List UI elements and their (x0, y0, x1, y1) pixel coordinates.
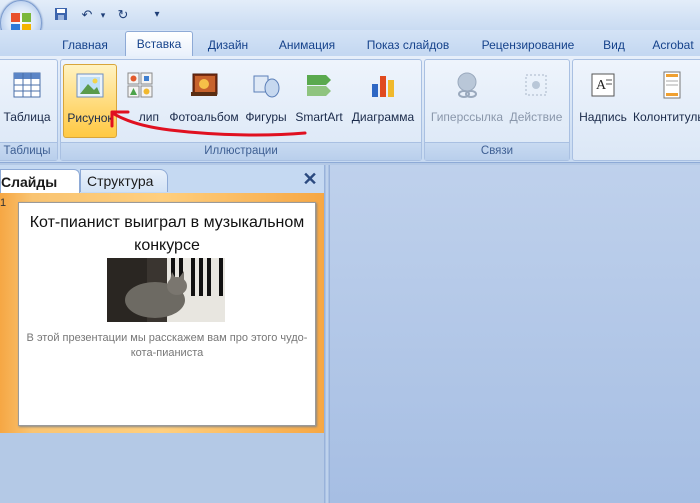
tab-slides[interactable]: Слайды (0, 169, 80, 194)
hyperlink-icon (457, 72, 477, 98)
group-tables-label: Таблицы (0, 142, 57, 160)
customize-icon[interactable]: ▾ (149, 7, 165, 23)
table-button[interactable]: Таблица (0, 64, 55, 136)
slides-panel-tabs: Слайды Структура ✕ (0, 165, 324, 194)
ribbon-tabs: Главная Вставка Дизайн Анимация Показ сл… (0, 30, 700, 57)
action-icon (525, 74, 547, 96)
hyperlink-button[interactable]: Гиперссылка (429, 64, 505, 136)
slide-title: Кот-пианист выиграл в музыкальном конкур… (29, 214, 305, 254)
textbox-button-label: Надпись (579, 110, 627, 124)
slide-editor-area[interactable] (330, 165, 700, 503)
save-icon[interactable] (53, 7, 69, 23)
redo-icon[interactable]: ↻ (115, 7, 131, 23)
tab-insert[interactable]: Вставка (125, 31, 193, 57)
photo-album-icon (191, 73, 218, 96)
svg-text:A: A (596, 78, 607, 93)
chart-icon (372, 76, 394, 97)
tab-home[interactable]: Главная (54, 35, 116, 55)
hyperlink-button-label: Гиперссылка (430, 110, 504, 124)
slide-number: 1 (0, 197, 7, 209)
tab-acrobat[interactable]: Acrobat (646, 35, 700, 55)
slides-pane-empty-area (0, 433, 324, 503)
textbox-icon: A (591, 73, 615, 97)
tab-view[interactable]: Вид (596, 35, 632, 55)
group-tables: Таблица Таблицы (0, 59, 58, 161)
slide-thumbnail[interactable]: Кот-пианист выиграл в музыкальном конкур… (18, 202, 316, 426)
picture-icon (76, 73, 104, 98)
tab-slideshow[interactable]: Показ слайдов (356, 35, 460, 55)
tab-outline[interactable]: Структура (80, 169, 168, 192)
group-text: A Надпись Колонтитулы (572, 59, 700, 161)
tab-design[interactable]: Дизайн (200, 35, 256, 55)
action-button[interactable]: Действие (507, 64, 565, 136)
table-icon (13, 72, 41, 98)
tab-slides-label: Слайды (1, 174, 58, 190)
tab-review[interactable]: Рецензирование (472, 35, 584, 55)
group-links-label: Связи (425, 142, 569, 160)
header-footer-icon (663, 71, 681, 99)
textbox-button[interactable]: A Надпись (575, 64, 631, 136)
action-button-label: Действие (509, 110, 563, 124)
annotation-arrow (110, 110, 307, 137)
tab-outline-label: Структура (87, 173, 154, 189)
tab-animation[interactable]: Анимация (269, 35, 345, 55)
undo-icon[interactable]: ↶ (79, 7, 95, 23)
header-footer-button-label: Колонтитулы (633, 110, 700, 124)
cat-piano-photo (107, 258, 225, 322)
chart-button-label: Диаграмма (351, 110, 415, 124)
smartart-icon (307, 75, 331, 96)
clipart-icon (127, 72, 153, 98)
group-illustrations-label: Иллюстрации (61, 142, 421, 160)
group-links: Гиперссылка Действие Связи (424, 59, 570, 161)
close-panel-icon[interactable]: ✕ (302, 170, 318, 188)
chart-button[interactable]: Диаграмма (349, 64, 417, 136)
undo-dropdown-icon[interactable]: ▾ (95, 7, 111, 23)
shapes-icon (253, 75, 280, 98)
table-button-label: Таблица (3, 110, 51, 124)
slide-subtitle: В этой презентации мы расскажем вам про … (26, 332, 308, 359)
slides-pane: 1 Кот-пианист выиграл в музыкальном конк… (0, 193, 324, 433)
quick-access-toolbar: ↶ ▾ ↻ ▾ (49, 5, 169, 25)
header-footer-button[interactable]: Колонтитулы (633, 64, 700, 136)
